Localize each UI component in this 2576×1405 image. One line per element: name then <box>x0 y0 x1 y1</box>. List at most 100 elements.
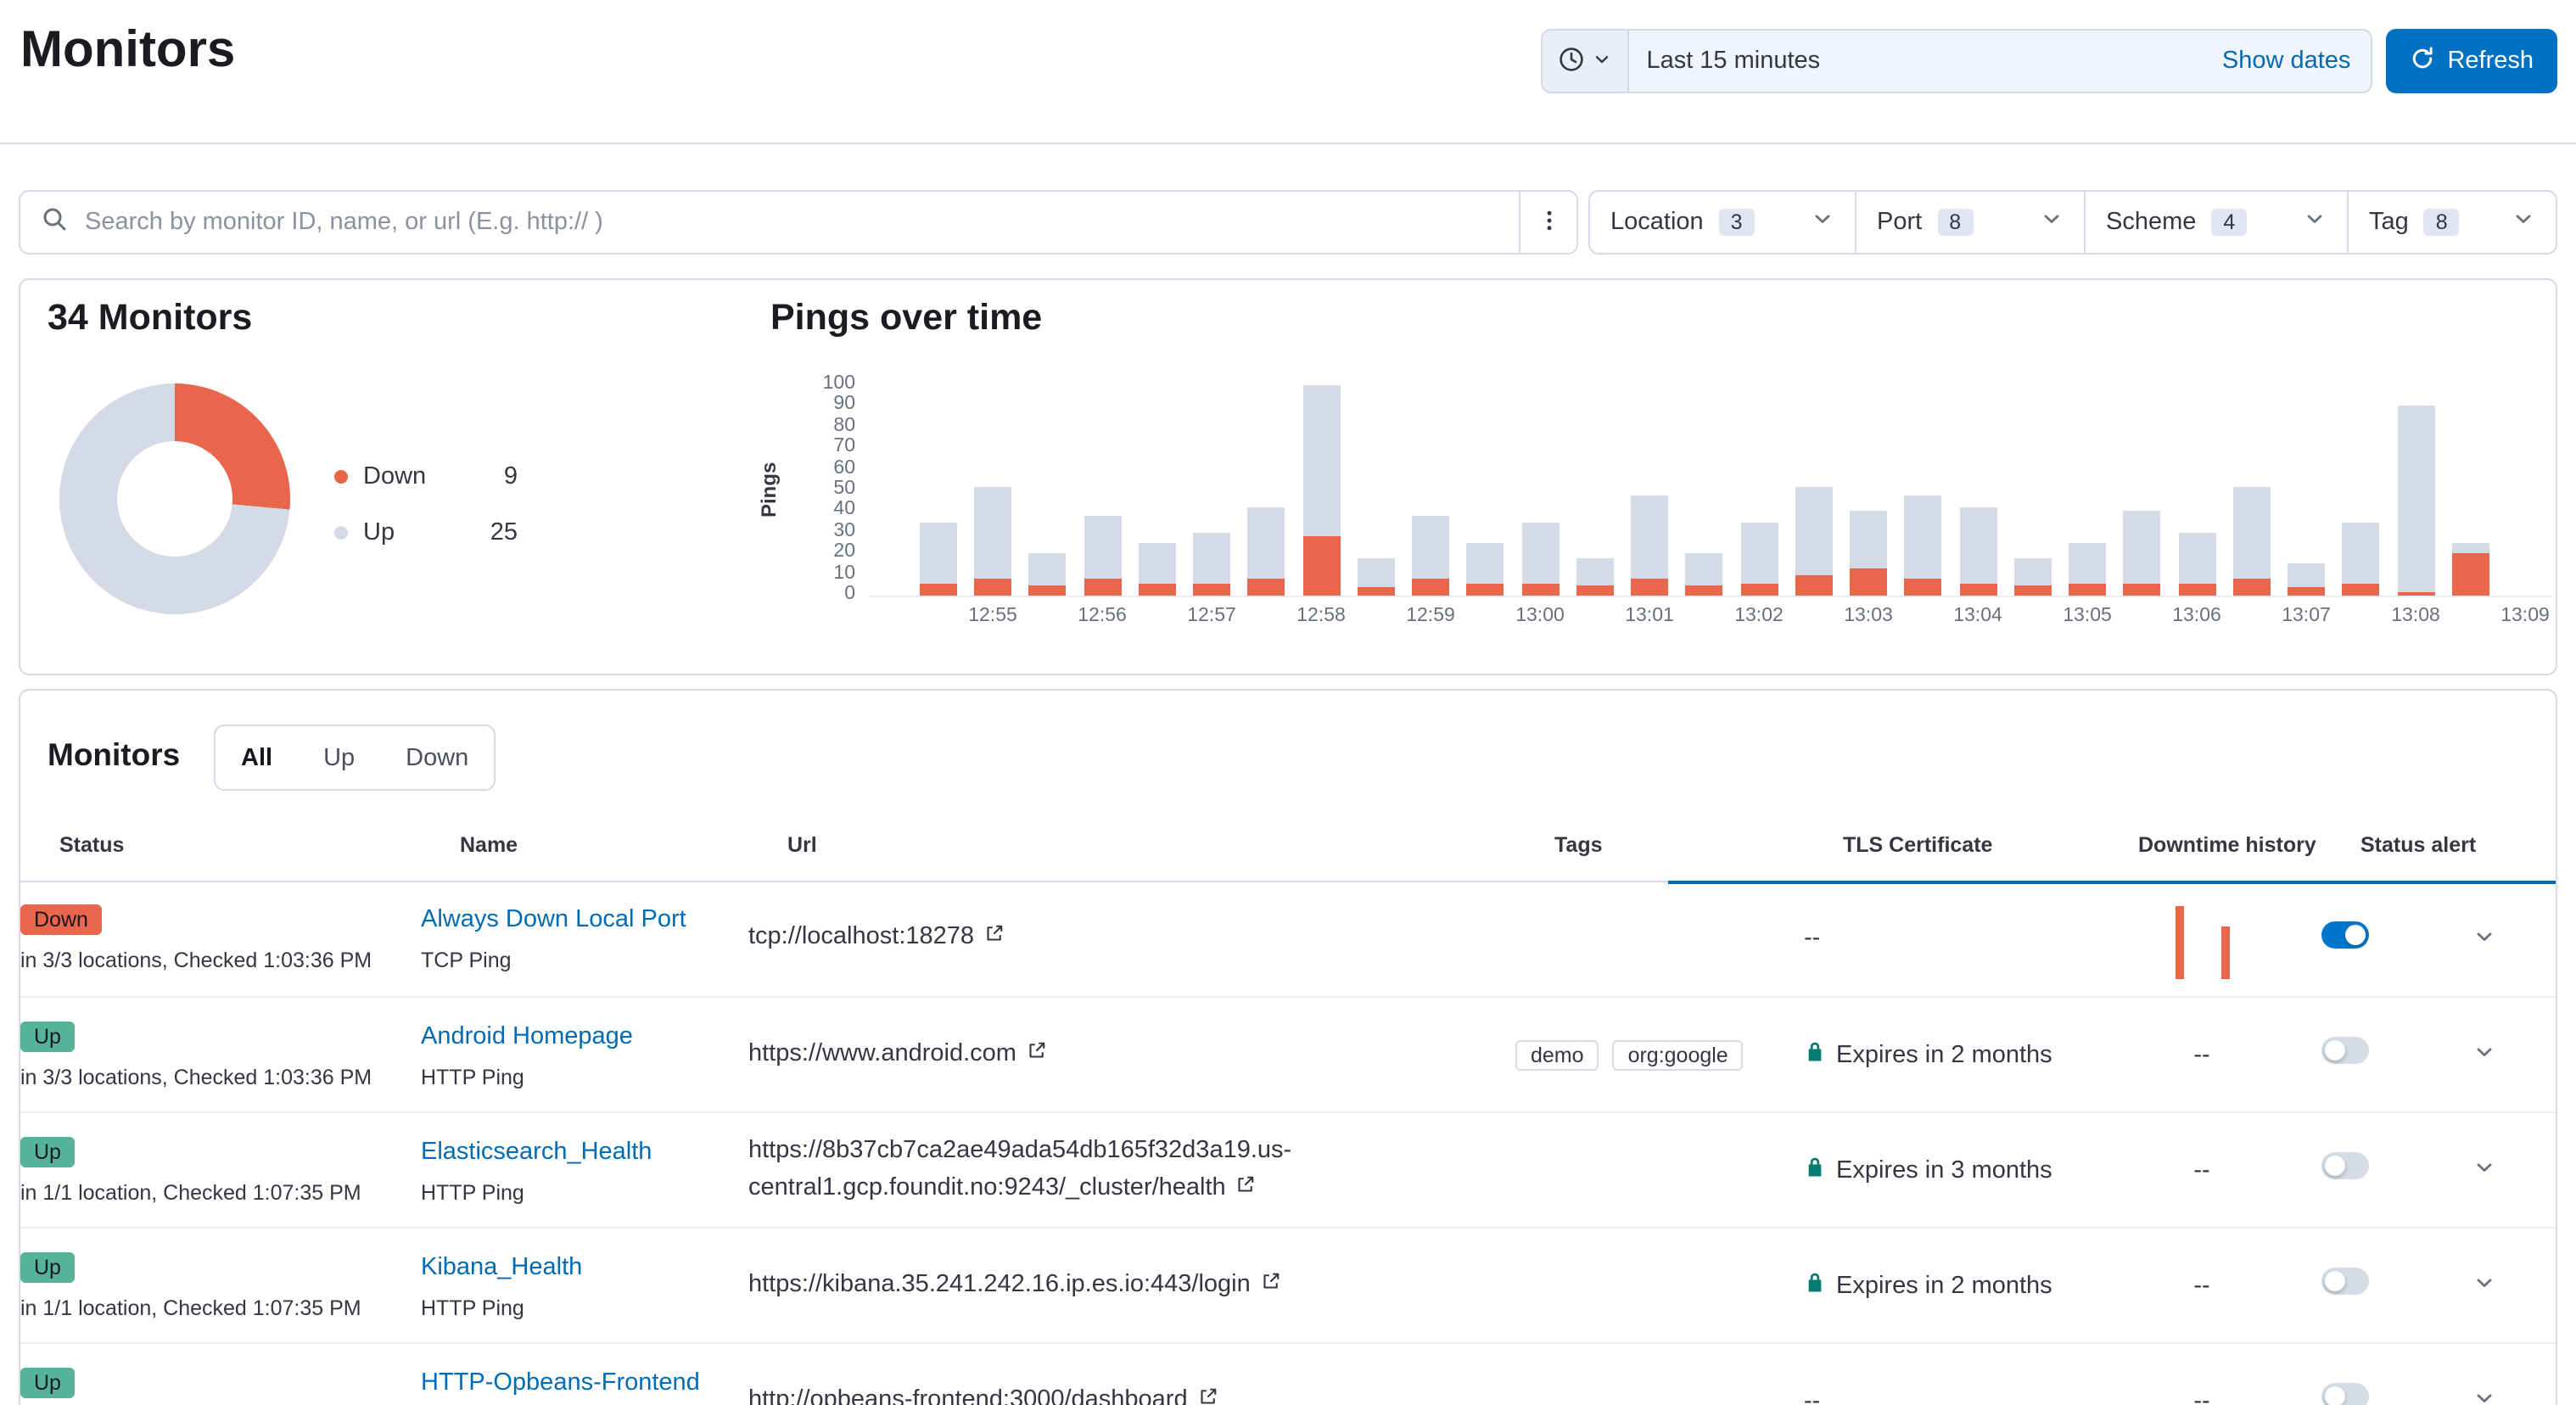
filter-button-tag[interactable]: Tag8 <box>2349 192 2556 253</box>
column-header-downtime-history[interactable]: Downtime history <box>2138 833 2360 857</box>
monitor-type: HTTP Ping <box>421 1180 731 1204</box>
legend-item-up[interactable]: Up25 <box>334 504 518 560</box>
ping-bar <box>1740 522 1778 596</box>
legend-value: 25 <box>490 518 518 546</box>
ping-bar <box>1795 486 1833 596</box>
up-segment <box>1740 522 1778 583</box>
status-badge: Up <box>20 1136 75 1167</box>
filter-button-location[interactable]: Location3 <box>1590 192 1856 253</box>
status-alert-toggle[interactable] <box>2321 1037 2369 1064</box>
lock-icon <box>1804 1155 1826 1185</box>
column-header-url[interactable]: Url <box>787 833 1554 857</box>
legend-item-down[interactable]: Down9 <box>334 448 518 504</box>
table-row: Upin 3/3 locations, Checked 1:07:38 PMHT… <box>20 1344 2556 1405</box>
external-link-icon[interactable] <box>1251 1271 1281 1298</box>
filter-button-port[interactable]: Port8 <box>1856 192 2086 253</box>
column-header-tags[interactable]: Tags <box>1554 833 1843 857</box>
ping-bar <box>1358 557 1395 596</box>
column-header-status-alert[interactable]: Status alert <box>2360 833 2500 857</box>
lock-icon <box>1804 1039 1826 1070</box>
external-link-icon[interactable] <box>1188 1386 1218 1405</box>
pings-y-axis-label: Pings <box>757 385 781 596</box>
time-range-value[interactable]: Last 15 minutes <box>1629 48 2201 75</box>
monitor-name-link[interactable]: Always Down Local Port <box>421 906 686 933</box>
downtime-history-cell: -- <box>2099 1272 2321 1299</box>
monitor-name-link[interactable]: Android Homepage <box>421 1022 633 1050</box>
downtime-sparkline <box>2175 898 2229 979</box>
up-swatch-icon <box>334 525 348 539</box>
monitor-name-link[interactable]: Elasticsearch_Health <box>421 1138 652 1165</box>
ping-bar <box>1850 512 1887 596</box>
external-link-icon[interactable] <box>974 924 1005 951</box>
expand-row-button[interactable] <box>2461 915 2508 962</box>
external-link-icon[interactable] <box>1226 1173 1257 1201</box>
table-header: StatusNameUrlTagsTLS CertificateDowntime… <box>20 833 2556 882</box>
monitor-url-text: tcp://localhost:18278 <box>748 924 974 951</box>
up-segment <box>1412 516 1449 579</box>
status-detail: in 3/3 locations, Checked 1:03:36 PM <box>20 1065 404 1089</box>
status-alert-toggle[interactable] <box>2321 1268 2369 1295</box>
show-dates-link[interactable]: Show dates <box>2202 48 2372 75</box>
monitor-type: TCP Ping <box>421 949 731 972</box>
monitor-name-link[interactable]: Kibana_Health <box>421 1253 582 1280</box>
column-header-name[interactable]: Name <box>460 833 787 857</box>
tag-badge[interactable]: org:google <box>1613 1039 1744 1070</box>
ping-bar <box>974 486 1011 596</box>
monitor-url-text: https://www.android.com <box>748 1040 1016 1067</box>
status-alert-toggle[interactable] <box>2321 921 2369 948</box>
column-header-status[interactable]: Status <box>59 833 460 857</box>
y-tick: 40 <box>833 500 855 520</box>
status-alert-toggle[interactable] <box>2321 1383 2369 1405</box>
status-cell: Downin 3/3 locations, Checked 1:03:36 PM <box>20 904 421 972</box>
up-segment <box>2069 543 2106 583</box>
chevron-down-icon <box>2512 207 2535 238</box>
column-header-tls-certificate[interactable]: TLS Certificate <box>1843 833 2138 857</box>
chevron-down-icon <box>2472 1156 2496 1184</box>
up-segment <box>2452 543 2489 553</box>
downtime-bar <box>2220 926 2229 979</box>
tag-badge[interactable]: demo <box>1515 1039 1599 1070</box>
status-filter-tabs: AllUpDown <box>214 725 496 791</box>
downtime-history-cell: -- <box>2099 1387 2321 1405</box>
expand-row-button[interactable] <box>2461 1262 2508 1309</box>
status-alert-toggle[interactable] <box>2321 1152 2369 1179</box>
down-segment <box>974 579 1011 596</box>
x-tick-label: 12:57 <box>1187 606 1236 626</box>
search-input[interactable] <box>81 190 1519 255</box>
monitor-url: https://www.android.com <box>748 1037 1410 1072</box>
expand-cell <box>2461 1146 2508 1194</box>
status-alert-cell <box>2321 1383 2461 1405</box>
refresh-button[interactable]: Refresh <box>2386 29 2557 93</box>
ping-bar <box>1412 516 1449 596</box>
chevron-down-icon <box>1811 207 1834 238</box>
expand-row-button[interactable] <box>2461 1146 2508 1194</box>
x-tick-label: 12:56 <box>1078 606 1127 626</box>
legend-label: Down <box>363 462 504 490</box>
up-segment <box>1959 507 1996 583</box>
up-segment <box>974 486 1011 579</box>
expand-row-button[interactable] <box>2461 1377 2508 1405</box>
expand-row-button[interactable] <box>2461 1031 2508 1078</box>
filter-count-badge: 8 <box>1937 209 1973 236</box>
x-tick-label: 13:01 <box>1625 606 1674 626</box>
time-quick-select-button[interactable] <box>1543 31 1629 92</box>
tab-up[interactable]: Up <box>298 726 380 789</box>
external-link-icon[interactable] <box>1016 1040 1047 1067</box>
monitor-name-link[interactable]: HTTP-Opbeans-Frontend <box>421 1369 700 1396</box>
down-segment <box>1905 579 1942 596</box>
search-options-button[interactable] <box>1519 192 1576 253</box>
tls-status: Expires in 2 months <box>1836 1041 2052 1068</box>
tab-down[interactable]: Down <box>380 726 494 789</box>
uptime-monitors-page: Monitors Last 15 minutes Show dates <box>0 0 2576 1405</box>
page-header: Monitors Last 15 minutes Show dates <box>0 0 2576 144</box>
tab-all[interactable]: All <box>216 726 298 789</box>
status-cell: Upin 1/1 location, Checked 1:07:35 PM <box>20 1251 421 1319</box>
filter-button-scheme[interactable]: Scheme4 <box>2086 192 2349 253</box>
ping-bar <box>2069 543 2106 596</box>
toggle-knob <box>2325 1040 2345 1061</box>
up-segment <box>920 522 957 583</box>
vertical-dots-icon <box>1537 208 1560 237</box>
name-cell: Always Down Local Port TCP Ping <box>421 904 748 972</box>
up-segment <box>2233 486 2271 579</box>
status-detail: in 1/1 location, Checked 1:07:35 PM <box>20 1296 404 1319</box>
